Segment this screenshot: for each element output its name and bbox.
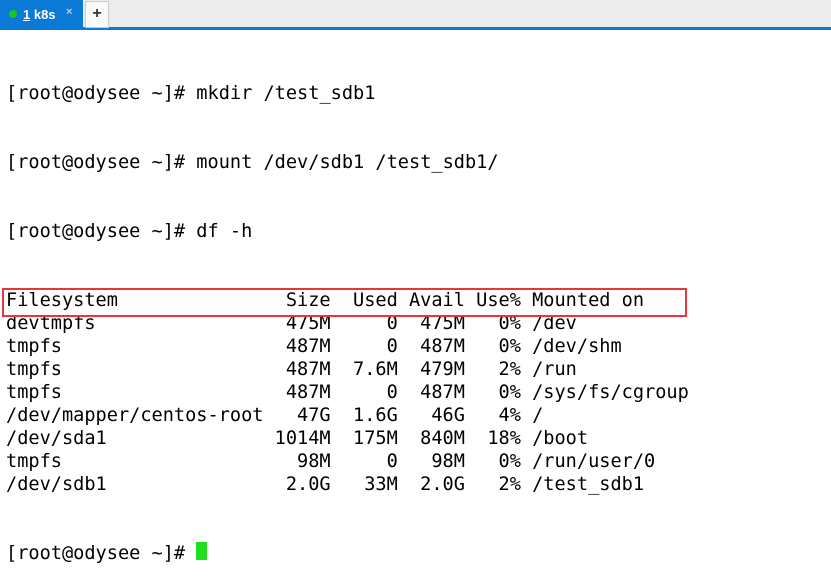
df-cell: 0 [386,336,398,357]
df-cell: /dev/sdb1 [6,474,107,495]
df-cell: 479M [420,359,465,380]
df-cell: 2% [498,359,521,380]
df-cell: 0% [498,336,521,357]
df-cell: /test_sdb1 [532,474,645,495]
df-cell: 840M [420,428,465,449]
df-row: tmpfs 98M 0 98M 0% /run/user/0 [6,450,689,473]
df-cell: 4% [498,405,521,426]
df-row: /dev/sda1 1014M 175M 840M 18% /boot [6,427,689,450]
df-row: /dev/mapper/centos-root 47G 1.6G 46G 4% / [6,404,689,427]
df-cell: 46G [431,405,465,426]
df-cell: 2% [498,474,521,495]
df-cell: 487M [285,382,331,403]
df-cell: /dev/sda1 [6,428,107,449]
df-cell: tmpfs [6,451,62,472]
df-cell: 487M [285,336,331,357]
df-cell: /sys/fs/cgroup [532,382,689,403]
new-tab-button[interactable]: + [85,1,109,28]
tab-label: 1 k8s [23,7,56,22]
df-cell: 0% [498,451,521,472]
tab-bar: 1 k8s × + [0,0,831,30]
df-cell: /boot [532,428,589,449]
df-cell: 0% [498,382,521,403]
df-cell: /run [532,359,577,380]
df-row: /dev/sdb1 2.0G 33M 2.0G 2% /test_sdb1 [6,473,689,496]
df-cell: /dev/shm [532,336,622,357]
prompt-line: [root@odysee ~]# [6,542,689,565]
df-cell: 487M [420,336,465,357]
df-cell: /dev/mapper/centos-root [6,405,264,426]
command-line: [root@odysee ~]# mount /dev/sdb1 /test_s… [6,152,499,173]
df-cell: /run/user/0 [532,451,656,472]
highlight-box-sdb1 [2,288,687,317]
df-row: tmpfs 487M 0 487M 0% /dev/shm [6,335,689,358]
df-cell: 487M [420,382,465,403]
df-cell: 2.0G [420,474,465,495]
df-cell: 47G [297,405,331,426]
tab-k8s[interactable]: 1 k8s × [0,0,83,27]
command-line: [root@odysee ~]# mkdir /test_sdb1 [6,83,376,104]
df-cell: 487M [285,359,331,380]
close-tab-icon[interactable]: × [66,6,72,18]
prompt: [root@odysee ~]# [6,543,197,564]
df-cell: 33M [364,474,398,495]
df-cell: 18% [487,428,521,449]
df-cell: 7.6M [353,359,398,380]
df-cell: 175M [353,428,398,449]
df-row: tmpfs 487M 7.6M 479M 2% /run [6,358,689,381]
df-cell: 98M [297,451,331,472]
df-cell: tmpfs [6,359,62,380]
df-cell: 1.6G [353,405,398,426]
command-line: [root@odysee ~]# df -h [6,221,253,242]
connected-status-icon [9,10,17,18]
terminal-cursor [196,542,208,560]
df-cell: 1014M [274,428,331,449]
df-cell: tmpfs [6,336,62,357]
df-cell: 98M [431,451,465,472]
df-row: tmpfs 487M 0 487M 0% /sys/fs/cgroup [6,381,689,404]
df-cell: tmpfs [6,382,62,403]
df-cell: 0 [386,382,398,403]
df-cell: 2.0G [285,474,331,495]
df-cell: 0 [386,451,398,472]
df-cell: / [532,405,544,426]
